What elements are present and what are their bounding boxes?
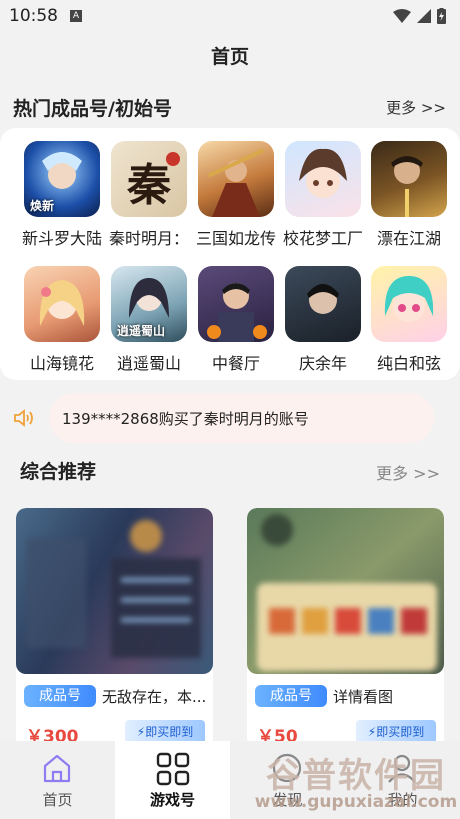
status-icons: [393, 8, 446, 24]
game-name: 中餐厅: [211, 354, 260, 373]
game-item[interactable]: 逍遥蜀山 逍遥蜀山: [106, 266, 192, 374]
game-name: 庆余年: [298, 354, 347, 373]
game-item[interactable]: 秦 秦时明月：: [106, 141, 192, 249]
game-icon: [285, 266, 361, 342]
speaker-icon: [14, 409, 33, 427]
icon-tag: 逍遥蜀山: [117, 324, 166, 338]
home-icon: [43, 754, 71, 783]
tab-game-accounts[interactable]: 游戏号: [115, 741, 230, 819]
battery-icon: [437, 8, 446, 24]
product-card[interactable]: 成品号 详情看图 ￥50 ⚡即买即到: [247, 508, 444, 748]
game-item[interactable]: 纯白和弦: [366, 266, 452, 374]
game-name: 三国如龙传: [195, 229, 276, 248]
game-name: 逍遥蜀山: [116, 354, 181, 373]
page-title: 首页: [210, 46, 249, 68]
lightning-icon: ⚡: [367, 725, 377, 739]
status-bar: 10:58 A: [0, 0, 460, 34]
grid-icon: [156, 752, 190, 786]
recommend-title: 综合推荐: [20, 461, 97, 483]
purchase-notice: 139****2868购买了秦时明月的账号: [49, 393, 434, 443]
product-desc: 无敌存在，本...: [102, 688, 207, 706]
game-name: 纯白和弦: [376, 354, 441, 373]
product-card[interactable]: 成品号 无敌存在，本... ￥300 ⚡即买即到: [16, 508, 213, 748]
wifi-icon: [393, 9, 411, 23]
product-badge: 成品号: [255, 685, 327, 707]
game-item[interactable]: 校花梦工厂: [280, 141, 366, 249]
game-item[interactable]: 庆余年: [280, 266, 366, 374]
hot-more-link[interactable]: 更多 >>: [386, 97, 446, 118]
status-time: 10:58: [9, 6, 58, 26]
game-item[interactable]: 中餐厅: [193, 266, 279, 374]
game-item[interactable]: 焕新 新斗罗大陆: [19, 141, 105, 249]
game-icon: [198, 141, 274, 217]
product-image: [16, 508, 213, 674]
hot-section-title: 热门成品号/初始号: [13, 98, 172, 120]
game-item[interactable]: 三国如龙传: [193, 141, 279, 249]
product-desc: 详情看图: [333, 688, 394, 706]
game-icon: [285, 141, 361, 217]
watermark-url: www.gupuxiazai.com: [254, 792, 458, 812]
game-name: 秦时明月：: [108, 229, 189, 248]
game-item[interactable]: 山海镜花: [19, 266, 105, 374]
status-indicator-icon: A: [70, 10, 82, 22]
game-name: 漂在江湖: [376, 229, 441, 248]
game-name: 校花梦工厂: [282, 229, 363, 248]
game-name: 新斗罗大陆: [21, 229, 102, 248]
game-icon: 焕新: [24, 141, 100, 217]
recommend-more-link[interactable]: 更多 >>: [376, 460, 440, 484]
tab-label: 游戏号: [149, 791, 195, 809]
product-badge: 成品号: [24, 685, 96, 707]
signal-icon: [417, 9, 431, 23]
tab-label: 首页: [42, 791, 73, 809]
watermark: 谷普软件园 www.gupuxiazai.com: [252, 748, 460, 819]
buy-label: 即买即到: [376, 725, 425, 739]
notice-text: 139****2868购买了秦时明月的账号: [62, 410, 309, 428]
watermark-title: 谷普软件园: [266, 756, 446, 796]
game-item[interactable]: 漂在江湖: [366, 141, 452, 249]
game-icon: [371, 141, 447, 217]
icon-tag: 焕新: [30, 199, 55, 213]
buy-label: 即买即到: [145, 725, 194, 739]
game-icon: [371, 266, 447, 342]
game-icon: 秦: [111, 141, 187, 217]
tab-home[interactable]: 首页: [0, 741, 115, 819]
product-image: [247, 508, 444, 674]
game-name: 山海镜花: [29, 354, 94, 373]
game-icon: [198, 266, 274, 342]
game-icon: [24, 266, 100, 342]
lightning-icon: ⚡: [136, 725, 146, 739]
game-icon: 逍遥蜀山: [111, 266, 187, 342]
hot-games-card: 焕新 新斗罗大陆 秦 秦时明月： 三国如龙传 校花梦工厂 漂在江湖 山海镜花 逍…: [0, 128, 460, 380]
